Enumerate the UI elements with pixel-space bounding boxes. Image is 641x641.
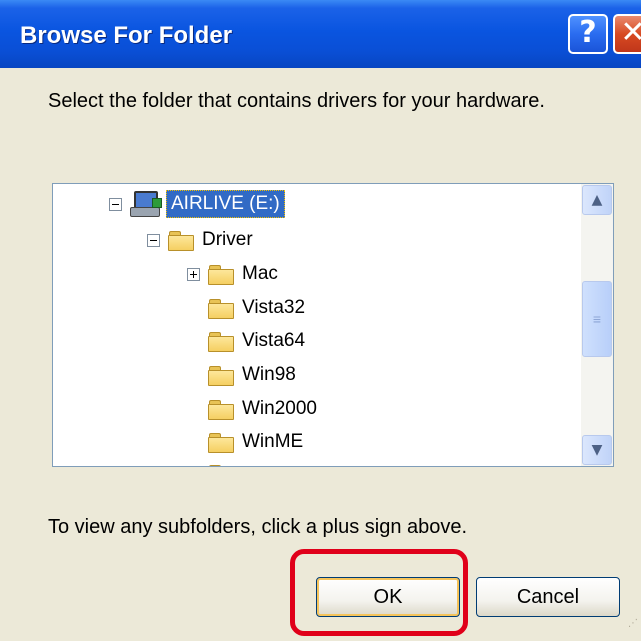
folder-icon bbox=[208, 331, 234, 352]
tree-item-airlive-drive[interactable]: AIRLIVE (E:) bbox=[109, 189, 285, 219]
tree-item-label[interactable]: Win98 bbox=[242, 364, 296, 386]
tree-item-driver[interactable]: Driver bbox=[147, 225, 253, 255]
tree-item-winme[interactable]: WinME bbox=[208, 427, 303, 457]
tree-item-vista64[interactable]: Vista64 bbox=[208, 326, 305, 356]
folder-icon bbox=[208, 464, 234, 466]
folder-icon bbox=[208, 365, 234, 386]
help-button[interactable]: ? bbox=[568, 14, 608, 54]
tree-item-label[interactable]: Win2000 bbox=[242, 398, 317, 420]
folder-icon bbox=[208, 298, 234, 319]
tree-item-label[interactable]: Driver bbox=[202, 229, 253, 251]
tree-item-vista32[interactable]: Vista32 bbox=[208, 293, 305, 323]
tree-item-label[interactable]: Vista64 bbox=[242, 330, 305, 352]
tree-item-win2000[interactable]: Win2000 bbox=[208, 394, 317, 424]
scroll-thumb[interactable]: ≡ bbox=[582, 281, 612, 357]
folder-icon bbox=[208, 399, 234, 420]
hint-text: To view any subfolders, click a plus sig… bbox=[48, 516, 468, 538]
folder-tree[interactable]: AIRLIVE (E:) Driver Mac Vista32 Vista64 … bbox=[52, 183, 614, 467]
cancel-button[interactable]: Cancel bbox=[476, 577, 620, 617]
folder-icon bbox=[208, 264, 234, 285]
folder-icon bbox=[168, 230, 194, 251]
annotation-highlight-ring bbox=[290, 549, 468, 636]
removable-drive-icon bbox=[130, 190, 162, 218]
tree-item-label[interactable]: Vista32 bbox=[242, 297, 305, 319]
browse-for-folder-dialog: Browse For Folder ? ✕ Select the folder … bbox=[0, 0, 641, 641]
folder-icon bbox=[208, 432, 234, 453]
scroll-down-button[interactable]: ▼ bbox=[582, 435, 612, 465]
collapse-icon[interactable] bbox=[109, 197, 122, 211]
vertical-scrollbar[interactable]: ▲ ≡ ▼ bbox=[581, 184, 613, 466]
collapse-icon[interactable] bbox=[147, 233, 160, 247]
tree-item-label[interactable]: AIRLIVE (E:) bbox=[166, 190, 285, 218]
title-bar[interactable]: Browse For Folder ? ✕ bbox=[0, 0, 641, 68]
tree-item-win98[interactable]: Win98 bbox=[208, 360, 296, 390]
instruction-text: Select the folder that contains drivers … bbox=[48, 90, 545, 112]
resize-grip-icon[interactable]: ⋰ bbox=[628, 618, 641, 631]
tree-item-label[interactable]: Mac bbox=[242, 263, 278, 285]
expand-icon[interactable] bbox=[187, 267, 200, 281]
close-button[interactable]: ✕ bbox=[613, 14, 641, 54]
tree-item-mac[interactable]: Mac bbox=[187, 259, 278, 289]
scroll-up-button[interactable]: ▲ bbox=[582, 185, 612, 215]
tree-item-label[interactable]: WinME bbox=[242, 431, 303, 453]
dialog-title: Browse For Folder bbox=[20, 22, 233, 49]
tree-item-partial bbox=[208, 459, 242, 466]
